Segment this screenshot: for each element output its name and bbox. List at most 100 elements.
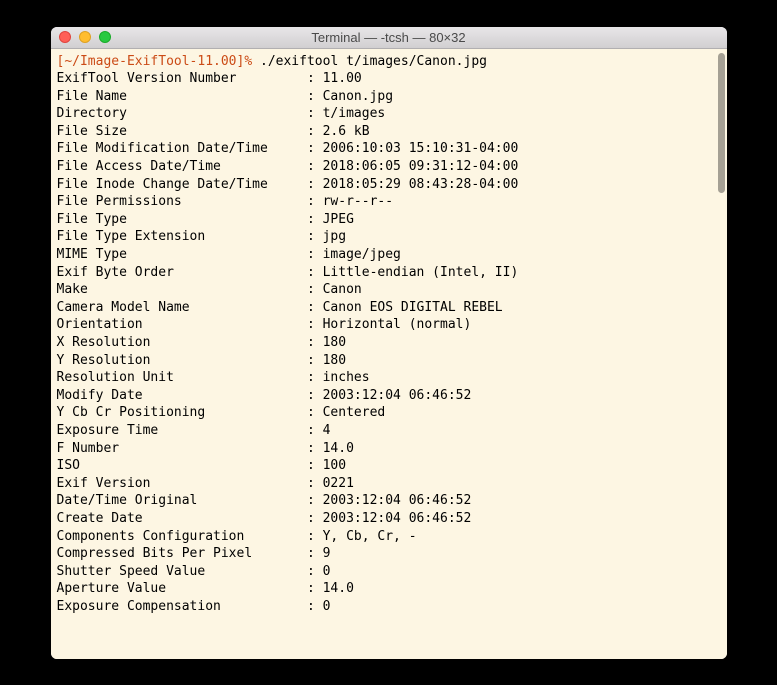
separator: : (307, 177, 323, 192)
output-value: 4 (323, 423, 331, 438)
output-row: File Type Extension : jpg (57, 228, 721, 246)
output-key: File Name (57, 89, 307, 104)
output-value: Horizontal (normal) (323, 317, 472, 332)
separator: : (307, 265, 323, 280)
output-value: 2003:12:04 06:46:52 (323, 388, 472, 403)
output-value: 2003:12:04 06:46:52 (323, 493, 472, 508)
output-value: inches (323, 370, 370, 385)
output-row: F Number : 14.0 (57, 440, 721, 458)
close-icon[interactable] (59, 31, 71, 43)
prompt-command: ./exiftool t/images/Canon.jpg (252, 54, 487, 69)
output-key: Exposure Time (57, 423, 307, 438)
output-value: 11.00 (323, 71, 362, 86)
output-row: ISO : 100 (57, 457, 721, 475)
separator: : (307, 546, 323, 561)
output-row: Orientation : Horizontal (normal) (57, 316, 721, 334)
output-row: Exposure Time : 4 (57, 422, 721, 440)
output-row: Camera Model Name : Canon EOS DIGITAL RE… (57, 299, 721, 317)
output-key: Shutter Speed Value (57, 564, 307, 579)
separator: : (307, 388, 323, 403)
output-key: Exif Version (57, 476, 307, 491)
output-key: X Resolution (57, 335, 307, 350)
separator: : (307, 89, 323, 104)
output-key: File Inode Change Date/Time (57, 177, 307, 192)
separator: : (307, 71, 323, 86)
output-key: File Access Date/Time (57, 159, 307, 174)
terminal-body[interactable]: [~/Image-ExifTool-11.00]% ./exiftool t/i… (51, 49, 727, 659)
output-value: 2018:06:05 09:31:12-04:00 (323, 159, 519, 174)
output-key: F Number (57, 441, 307, 456)
output-key: Aperture Value (57, 581, 307, 596)
separator: : (307, 476, 323, 491)
output-key: Directory (57, 106, 307, 121)
separator: : (307, 405, 323, 420)
output-row: Components Configuration : Y, Cb, Cr, - (57, 528, 721, 546)
output-row: File Size : 2.6 kB (57, 123, 721, 141)
output-row: Resolution Unit : inches (57, 369, 721, 387)
output-value: Canon (323, 282, 362, 297)
output-value: t/images (323, 106, 386, 121)
output-row: File Name : Canon.jpg (57, 88, 721, 106)
output-row: Directory : t/images (57, 105, 721, 123)
output-row: Y Cb Cr Positioning : Centered (57, 404, 721, 422)
output-value: 2.6 kB (323, 124, 370, 139)
output-value: jpg (323, 229, 346, 244)
output-value: 14.0 (323, 581, 354, 596)
output-key: Orientation (57, 317, 307, 332)
output-row: Modify Date : 2003:12:04 06:46:52 (57, 387, 721, 405)
output-row: Aperture Value : 14.0 (57, 580, 721, 598)
separator: : (307, 124, 323, 139)
separator: : (307, 282, 323, 297)
separator: : (307, 335, 323, 350)
output-value: Centered (323, 405, 386, 420)
separator: : (307, 212, 323, 227)
separator: : (307, 106, 323, 121)
output-key: Exif Byte Order (57, 265, 307, 280)
output-value: 180 (323, 353, 346, 368)
output-value: 14.0 (323, 441, 354, 456)
separator: : (307, 423, 323, 438)
output-row: Make : Canon (57, 281, 721, 299)
output-value: 2006:10:03 15:10:31-04:00 (323, 141, 519, 156)
output-key: File Modification Date/Time (57, 141, 307, 156)
output-key: File Type Extension (57, 229, 307, 244)
output-value: rw-r--r-- (323, 194, 393, 209)
output-value: 0 (323, 564, 331, 579)
output-row: Create Date : 2003:12:04 06:46:52 (57, 510, 721, 528)
output-key: Components Configuration (57, 529, 307, 544)
separator: : (307, 458, 323, 473)
scrollbar[interactable] (718, 53, 725, 193)
separator: : (307, 300, 323, 315)
separator: : (307, 370, 323, 385)
output-value: 0 (323, 599, 331, 614)
output-key: File Permissions (57, 194, 307, 209)
output-key: Create Date (57, 511, 307, 526)
output-key: Camera Model Name (57, 300, 307, 315)
output-key: ISO (57, 458, 307, 473)
output-key: File Type (57, 212, 307, 227)
output-value: Canon EOS DIGITAL REBEL (323, 300, 503, 315)
prompt-line: [~/Image-ExifTool-11.00]% ./exiftool t/i… (57, 53, 721, 71)
output-key: Compressed Bits Per Pixel (57, 546, 307, 561)
separator: : (307, 493, 323, 508)
separator: : (307, 353, 323, 368)
separator: : (307, 229, 323, 244)
separator: : (307, 441, 323, 456)
output-row: File Permissions : rw-r--r-- (57, 193, 721, 211)
output-row: MIME Type : image/jpeg (57, 246, 721, 264)
output-key: Exposure Compensation (57, 599, 307, 614)
titlebar[interactable]: Terminal — -tcsh — 80×32 (51, 27, 727, 49)
output-value: Y, Cb, Cr, - (323, 529, 417, 544)
output-row: Date/Time Original : 2003:12:04 06:46:52 (57, 492, 721, 510)
maximize-icon[interactable] (99, 31, 111, 43)
window-title: Terminal — -tcsh — 80×32 (51, 30, 727, 45)
output-value: Little-endian (Intel, II) (323, 265, 519, 280)
output-row: Exif Version : 0221 (57, 475, 721, 493)
output-value: 2018:05:29 08:43:28-04:00 (323, 177, 519, 192)
traffic-lights (51, 31, 111, 43)
separator: : (307, 599, 323, 614)
output-key: Y Resolution (57, 353, 307, 368)
separator: : (307, 247, 323, 262)
minimize-icon[interactable] (79, 31, 91, 43)
output-key: File Size (57, 124, 307, 139)
